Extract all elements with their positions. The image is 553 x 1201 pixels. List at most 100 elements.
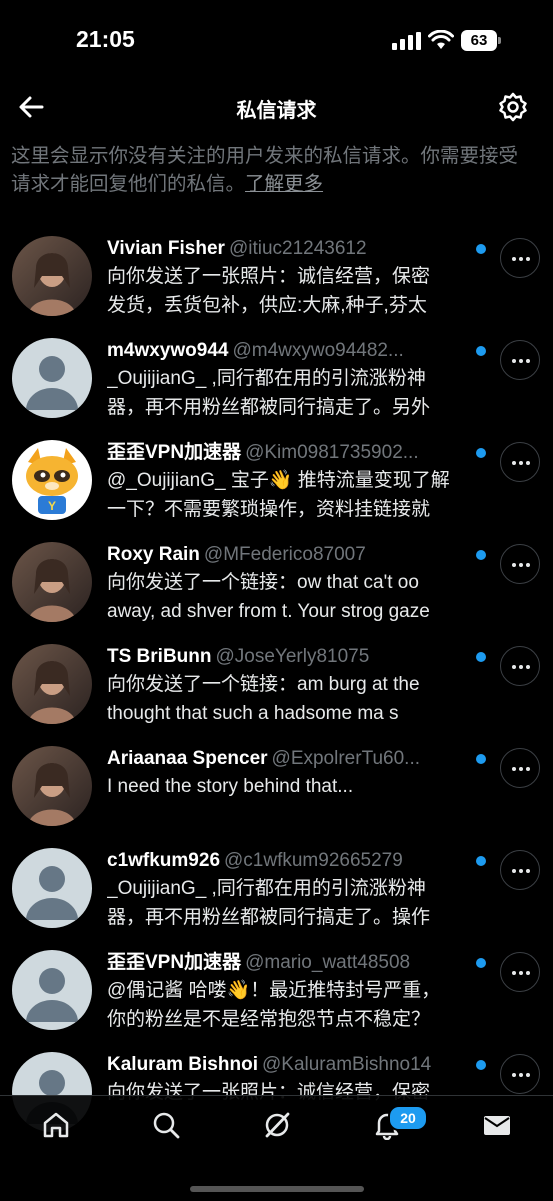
sender-name: TS BriBunn [107,646,212,667]
sender-handle: @ExpolrerTu60... [271,748,421,769]
more-options-button[interactable] [500,850,540,890]
request-text: TS BriBunn @JoseYerly81075 向你发送了一个链接：am bu… [107,644,477,728]
battery-level: 63 [461,30,497,51]
messages-envelope-icon[interactable] [482,1110,512,1140]
message-preview-line1: _OujijianG_ ,同行都在用的引流涨粉神 [107,878,426,899]
more-options-button[interactable] [500,544,540,584]
sender-line: c1wfkum926 @c1wfkum92665279 [107,848,477,874]
message-request-row[interactable]: Roxy Rain @MFederico87007 向你发送了一个链接：ow tha… [0,532,553,634]
sender-handle: @Kim0981735902... [245,442,419,463]
message-preview-line1: @_OujijianG_ 宝子👋 推特流量变现了解 [107,470,450,491]
message-request-row[interactable]: c1wfkum926 @c1wfkum92665279 _OujijianG_ ,同… [0,838,553,940]
more-options-button[interactable] [500,238,540,278]
sender-name: m4wxywo944 [107,340,229,361]
unread-dot [476,346,486,356]
avatar[interactable] [12,746,92,826]
sender-name: Roxy Rain [107,544,200,565]
unread-dot [476,448,486,458]
svg-text:Y: Y [48,499,56,513]
status-bar: 21:05 63 [0,0,553,80]
page-title: 私信请求 [236,100,317,122]
battery-icon: 63 [461,30,501,51]
sender-line: 歪歪VPN加速器 @Kim0981735902... [107,440,477,466]
message-preview-line1: 向你发送了一个链接：am burg at the [107,674,420,695]
home-icon[interactable] [41,1110,71,1140]
unread-dot [476,958,486,968]
cellular-signal-icon [392,32,421,50]
sender-line: Ariaanaa Spencer @ExpolrerTu60... [107,746,477,772]
sender-line: m4wxywo944 @m4wxywo94482... [107,338,477,364]
header: 私信请求 [0,80,553,134]
message-preview-line2: thought that such a hadsome ma s [107,703,399,724]
request-text: m4wxywo944 @m4wxywo94482... _OujijianG_ ,同… [107,338,477,422]
sender-name: 歪歪VPN加速器 [107,952,242,973]
unread-dot [476,244,486,254]
message-preview-line1: @偶记酱 哈喽👋！最近推特封号严重， [107,980,441,1001]
sender-line: TS BriBunn @JoseYerly81075 [107,644,477,670]
learn-more-link[interactable]: 了解更多 [245,173,323,195]
sender-handle: @KaluramBishno14 [261,1054,432,1075]
request-text: c1wfkum926 @c1wfkum92665279 _OujijianG_ ,同… [107,848,477,932]
more-options-button[interactable] [500,340,540,380]
message-preview-line1: 向你发送了一张照片：诚信经营，保密 [107,266,431,287]
sender-handle: @MFederico87007 [203,544,366,565]
message-preview-line1: 向你发送了一个链接：ow that ca't oo [107,572,419,593]
sender-name: Vivian Fisher [107,238,225,259]
message-request-list: Vivian Fisher @itiuc21243612 向你发送了一张照片：诚信经… [0,226,553,1144]
avatar[interactable] [12,236,92,316]
more-options-button[interactable] [500,748,540,788]
avatar[interactable] [12,644,92,724]
message-preview-line1: I need the story behind that... [107,776,354,797]
unread-dot [476,856,486,866]
info-text: 这里会显示你没有关注的用户发来的私信请求。你需要接受请求才能回复他们的私信。了解… [11,142,536,198]
more-options-button[interactable] [500,952,540,992]
notifications-badge: 20 [388,1105,428,1131]
sender-name: Ariaanaa Spencer [107,748,268,769]
request-text: Roxy Rain @MFederico87007 向你发送了一个链接：ow tha… [107,542,477,626]
message-request-row[interactable]: TS BriBunn @JoseYerly81075 向你发送了一个链接：am bu… [0,634,553,736]
message-preview-line2: away, ad shver from t. Your strog gaze [107,601,430,622]
grok-icon[interactable] [262,1110,292,1140]
avatar[interactable] [12,542,92,622]
unread-dot [476,550,486,560]
more-options-button[interactable] [500,442,540,482]
sender-line: Vivian Fisher @itiuc21243612 [107,236,477,262]
home-indicator [190,1186,364,1192]
unread-dot [476,754,486,764]
message-request-row[interactable]: Vivian Fisher @itiuc21243612 向你发送了一张照片：诚信经… [0,226,553,328]
request-text: Vivian Fisher @itiuc21243612 向你发送了一张照片：诚信经… [107,236,477,320]
unread-dot [476,652,486,662]
sender-line: Roxy Rain @MFederico87007 [107,542,477,568]
avatar[interactable] [12,338,92,418]
message-request-row[interactable]: Ariaanaa Spencer @ExpolrerTu60... I need t… [0,736,553,838]
sender-handle: @c1wfkum92665279 [224,850,403,871]
avatar[interactable]: Y [12,440,92,520]
unread-dot [476,1060,486,1070]
avatar[interactable] [12,950,92,1030]
message-preview-line2: 发货，丢货包补，供应:大麻,种子,芬太 [107,295,427,316]
sender-handle: @JoseYerly81075 [215,646,370,667]
gear-icon[interactable] [496,90,530,124]
message-preview-line2: 器，再不用粉丝都被同行搞走了。另外 [107,397,431,418]
message-preview-line1: _OujijianG_ ,同行都在用的引流涨粉神 [107,368,426,389]
search-icon[interactable] [151,1110,181,1140]
avatar[interactable] [12,848,92,928]
sender-name: c1wfkum926 [107,850,221,871]
sender-handle: @mario_watt48508 [245,952,411,973]
message-preview-line2: 一下？不需要繁琐操作，资料挂链接就 [107,499,431,520]
message-request-row[interactable]: m4wxywo944 @m4wxywo94482... _OujijianG_ ,同… [0,328,553,430]
sender-line: Kaluram Bishnoi @KaluramBishno14 [107,1052,477,1078]
wifi-icon [428,30,454,49]
message-request-row[interactable]: 歪歪VPN加速器 @mario_watt48508 @偶记酱 哈喽👋！最近推特封号严… [0,940,553,1042]
more-options-button[interactable] [500,646,540,686]
status-time: 21:05 [76,26,135,52]
request-text: Ariaanaa Spencer @ExpolrerTu60... I need t… [107,746,477,801]
request-text: 歪歪VPN加速器 @Kim0981735902... @_OujijianG_ 宝子… [107,440,477,524]
message-preview-line2: 你的粉丝是不是经常抱怨节点不稳定？ [107,1009,431,1030]
sender-handle: @itiuc21243612 [228,238,367,259]
message-preview-line2: 器，再不用粉丝都被同行搞走了。操作 [107,907,431,928]
sender-name: 歪歪VPN加速器 [107,442,242,463]
sender-handle: @m4wxywo94482... [232,340,404,361]
message-request-row[interactable]: Y 歪歪VPN加速器 @Kim0981735902... @_OujijianG_ 宝… [0,430,553,532]
more-options-button[interactable] [500,1054,540,1094]
